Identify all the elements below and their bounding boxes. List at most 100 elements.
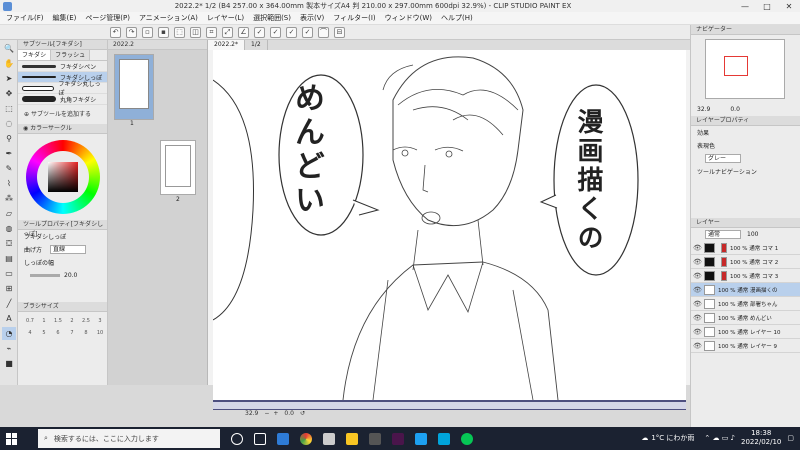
eye-icon[interactable]: 👁 [693,300,702,308]
eye-icon[interactable]: 👁 [693,244,702,252]
balloon-icon[interactable]: ◔ [2,327,16,340]
eye-icon[interactable]: 👁 [693,286,702,294]
color-wheel[interactable] [26,140,100,214]
navigator-angle[interactable]: 0.0 [730,106,740,113]
hand-icon[interactable]: ✋ [2,57,16,70]
brush-size-5[interactable]: 3 [94,316,106,326]
tab-balloon[interactable]: フキダシ [18,50,52,60]
brush-size-4[interactable]: 2.5 [80,316,92,326]
menu-filter[interactable]: フィルター(I) [333,13,375,23]
clip-studio-taskbar-icon[interactable] [323,432,335,445]
curve-select[interactable]: 直線 [50,245,87,254]
menu-page[interactable]: ページ管理(P) [85,13,130,23]
brush-size-11[interactable]: 10 [94,328,106,338]
windows-start-icon[interactable] [6,432,18,445]
brush-size-3[interactable]: 2 [66,316,78,326]
eye-icon[interactable]: 👁 [693,328,702,336]
move-layer-icon[interactable]: ✥ [2,87,16,100]
eye-icon[interactable]: 👁 [693,258,702,266]
menu-layer[interactable]: レイヤー(L) [207,13,244,23]
frame-icon[interactable]: ⊞ [2,282,16,295]
layer-row-koma-2[interactable]: 👁 100 % 通常 コマ 2 [691,255,800,269]
layer-row-9[interactable]: 👁 100 % 通常 レイヤー 9 [691,339,800,353]
check-icon-2[interactable]: ✓ [270,26,281,38]
menu-help[interactable]: ヘルプ(H) [441,13,473,23]
zoom-in-icon[interactable]: + [273,410,278,417]
maximize-button[interactable]: □ [756,2,778,11]
slack-icon[interactable] [392,432,404,445]
layer-opacity[interactable]: 100 [747,231,758,238]
layer-row-koma-1[interactable]: 👁 100 % 通常 コマ 1 [691,241,800,255]
angle-value[interactable]: 0.0 [284,410,294,417]
brush-size-2[interactable]: 1.5 [52,316,64,326]
brush-size-6[interactable]: 4 [24,328,36,338]
brush-size-7[interactable]: 5 [38,328,50,338]
eye-icon[interactable]: 👁 [693,314,702,322]
menu-window[interactable]: ウィンドウ(W) [385,13,432,23]
color-swatch-icon[interactable]: ■ [2,357,16,370]
menu-view[interactable]: 表示(V) [300,13,324,23]
brush-size-0[interactable]: 0.7 [24,316,36,326]
crop-icon[interactable]: ⌗ [206,26,217,38]
tray-icons[interactable]: ⌃ ☁ ▭ ♪ [704,434,735,442]
fill-bucket-icon[interactable]: ⛋ [2,237,16,250]
minimize-button[interactable]: — [734,2,756,11]
layer-row-koma-3[interactable]: 👁 100 % 通常 コマ 3 [691,269,800,283]
figure-icon[interactable]: ▭ [2,267,16,280]
brush-size-10[interactable]: 8 [80,328,92,338]
weather-text[interactable]: 1°C にわか雨 [651,433,694,443]
subtool-item-balloon-pen[interactable]: フキダシペン [18,61,107,72]
app-icon[interactable] [438,432,450,445]
menu-selection[interactable]: 選択範囲(S) [253,13,291,23]
add-subtool-button[interactable]: ⊕ サブツールを追加する [18,105,107,122]
subtool-item-round-tail[interactable]: フキダシ丸しっぽ [18,81,107,97]
rotate-icon[interactable]: ↺ [300,410,305,417]
cortana-icon[interactable] [231,432,243,445]
brush-size-8[interactable]: 6 [52,328,64,338]
tail-width-slider[interactable] [30,274,60,277]
zoom-out-icon[interactable]: − [264,410,269,417]
menu-edit[interactable]: 編集(E) [53,13,77,23]
pencil-icon[interactable]: ✎ [2,162,16,175]
expression-color-select[interactable]: グレー [705,154,741,163]
saturation-square[interactable] [48,162,78,192]
layer-row-character[interactable]: 👁 100 % 通常 部署ちゃん [691,297,800,311]
text-icon[interactable]: A [2,312,16,325]
taskbar-search-input[interactable]: ⌕ 検索するには、ここに入力します [38,429,220,448]
selection-icon[interactable]: ⬚ [2,102,16,115]
navigator-zoom[interactable]: 32.9 [697,106,710,113]
file-explorer-icon[interactable] [346,432,358,445]
page-thumb-1[interactable] [114,54,154,120]
blend-icon[interactable]: ◍ [2,222,16,235]
gradient-icon[interactable]: ▤ [2,252,16,265]
brush-size-9[interactable]: 7 [66,328,78,338]
tab-page[interactable]: 1/2 [245,40,268,50]
ruler-tool-icon[interactable]: ╱ [2,297,16,310]
layer-row-balloon-left[interactable]: 👁 100 % 通常 めんどい [691,311,800,325]
notification-icon[interactable]: ▢ [787,434,794,442]
check-icon[interactable]: ✓ [254,26,265,38]
deselect-icon[interactable]: ⬚ [174,26,185,38]
zoom-icon[interactable]: 🔍 [2,42,16,55]
teams-icon[interactable] [277,432,289,445]
eye-icon[interactable]: 👁 [693,272,702,280]
eyedropper-icon[interactable]: ⚲ [2,132,16,145]
menu-file[interactable]: ファイル(F) [6,13,44,23]
chrome-icon[interactable] [300,432,312,445]
tab-flash[interactable]: フラッシュ [51,50,91,60]
lasso-icon[interactable]: ◌ [2,117,16,130]
pen-icon[interactable]: ✒ [2,147,16,160]
transform-icon[interactable]: ⤢ [222,26,233,38]
navigator-viewport[interactable] [724,56,748,76]
operation-icon[interactable]: ➤ [2,72,16,85]
layer-row-10[interactable]: 👁 100 % 通常 レイヤー 10 [691,325,800,339]
blend-mode-select[interactable]: 通常 [705,230,741,239]
clear-icon[interactable]: ▫ [142,26,153,38]
snap-ruler-icon[interactable]: ⊟ [334,26,345,38]
clock[interactable]: 18:38 2022/02/10 [741,429,781,447]
zoom-value[interactable]: 32.9 [245,410,258,417]
page-thumb-2[interactable] [160,140,196,195]
skype-icon[interactable] [415,432,427,445]
check-icon-3[interactable]: ✓ [286,26,297,38]
snap-icon[interactable]: ⌒ [318,26,329,38]
